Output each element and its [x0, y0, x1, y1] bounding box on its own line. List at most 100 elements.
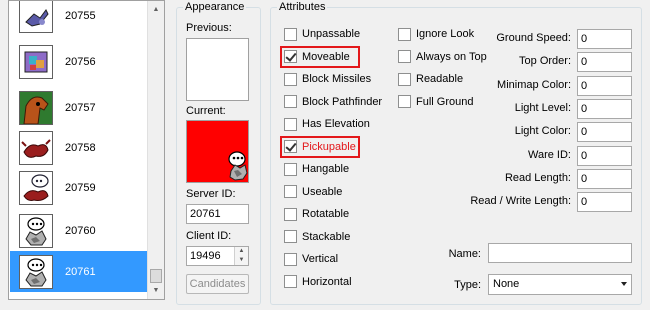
- checkbox-ignore-look[interactable]: Ignore Look: [398, 26, 474, 42]
- checkbox-pickupable[interactable]: Pickupable: [284, 139, 356, 155]
- read-write-length-field[interactable]: 0: [577, 192, 632, 213]
- read-length-field[interactable]: 0: [577, 168, 632, 189]
- scroll-down-icon[interactable]: ▼: [148, 282, 164, 299]
- checkbox-hangable[interactable]: Hangable: [284, 161, 349, 177]
- scroll-up-icon[interactable]: ▲: [148, 1, 164, 18]
- checkbox-box[interactable]: [398, 50, 411, 63]
- item-list-scrollbar[interactable]: ▲ ▼: [147, 1, 164, 299]
- checkbox-block-pathfinder[interactable]: Block Pathfinder: [284, 94, 382, 110]
- current-preview: [186, 120, 249, 183]
- checkbox-label: Ignore Look: [416, 28, 475, 40]
- ground-speed-field[interactable]: 0: [577, 29, 632, 49]
- checkbox-block-missiles[interactable]: Block Missiles: [284, 71, 371, 87]
- list-item[interactable]: 20756: [10, 41, 149, 82]
- field-label: Light Color:: [514, 125, 571, 138]
- list-item-label: 20757: [65, 101, 96, 114]
- attributes-group: Attributes Unpassable Moveable Block Missi…: [270, 1, 642, 305]
- list-item[interactable]: 20755: [10, 1, 149, 36]
- checkbox-horizontal[interactable]: Horizontal: [284, 274, 352, 290]
- attributes-title: Attributes: [277, 1, 328, 14]
- checkbox-label: Readable: [416, 73, 464, 85]
- field-label: Top Order:: [519, 55, 571, 68]
- spinner-arrows-icon[interactable]: ▲ ▼: [234, 247, 248, 265]
- checkbox-label: Pickupable: [302, 140, 356, 153]
- minimap-color-field[interactable]: 0: [577, 75, 632, 96]
- creature-icon: [19, 90, 53, 125]
- checkbox-has-elevation[interactable]: Has Elevation: [284, 116, 370, 132]
- field-label: Light Level:: [514, 101, 571, 114]
- chevron-down-icon: [621, 282, 627, 286]
- checkbox-label: Useable: [302, 185, 343, 198]
- list-item[interactable]: 20761: [10, 251, 149, 292]
- checkbox-label: Hangable: [302, 163, 350, 175]
- field-label: Read / Write Length:: [470, 195, 571, 208]
- checkbox-unpassable[interactable]: Unpassable: [284, 26, 360, 42]
- list-item[interactable]: 20757: [10, 87, 149, 128]
- client-id-label: Client ID:: [186, 230, 232, 242]
- crate-icon: [19, 44, 53, 79]
- current-label: Current:: [186, 105, 226, 117]
- light-level-field[interactable]: 0: [577, 98, 632, 119]
- client-id-stepper[interactable]: 19496 ▲ ▼: [186, 246, 249, 266]
- checkbox-label: Block Missiles: [302, 73, 372, 85]
- checkbox-label: Stackable: [302, 230, 351, 243]
- item-list[interactable]: 20755 20756 20757 20758 20759 20760 20761 ▲ ▼: [8, 0, 165, 300]
- checkbox-box[interactable]: [284, 117, 297, 131]
- previous-label: Previous:: [186, 22, 232, 34]
- list-item[interactable]: 20759: [10, 167, 149, 208]
- checkbox-full-ground[interactable]: Full Ground: [398, 94, 473, 110]
- server-id-field[interactable]: 20761: [186, 204, 249, 224]
- light-color-field[interactable]: 0: [577, 122, 632, 143]
- checkmark-icon[interactable]: [284, 140, 297, 153]
- list-item[interactable]: 20760: [10, 210, 149, 251]
- checkbox-box[interactable]: [284, 207, 297, 221]
- candidates-button[interactable]: Candidates: [186, 274, 249, 294]
- checkbox-label: Moveable: [302, 50, 350, 63]
- checkbox-box[interactable]: [284, 162, 297, 176]
- checkmark-icon[interactable]: [284, 50, 297, 63]
- crab-icon: [19, 130, 53, 165]
- checkbox-box[interactable]: [284, 185, 297, 198]
- checkbox-rotatable[interactable]: Rotatable: [284, 206, 349, 222]
- checkbox-label: Rotatable: [302, 208, 350, 220]
- checkbox-box[interactable]: [398, 95, 411, 108]
- checkbox-label: Horizontal: [302, 275, 352, 288]
- rubble-bubble-icon: [19, 213, 53, 248]
- checkbox-vertical[interactable]: Vertical: [284, 251, 338, 267]
- checkbox-useable[interactable]: Useable: [284, 184, 342, 200]
- type-select-value: None: [493, 278, 520, 290]
- list-item-label: 20761: [65, 265, 96, 278]
- crab-bubble-icon: [19, 170, 53, 205]
- name-field[interactable]: [488, 243, 632, 263]
- server-id-label: Server ID:: [186, 188, 236, 200]
- checkbox-box[interactable]: [284, 72, 297, 86]
- checkbox-box[interactable]: [284, 275, 297, 288]
- checkbox-label: Vertical: [302, 253, 339, 265]
- checkbox-box[interactable]: [284, 95, 297, 108]
- checkbox-label: Unpassable: [302, 28, 361, 40]
- field-label: Ware ID:: [528, 148, 571, 161]
- scrollbar-thumb[interactable]: [150, 269, 162, 283]
- ware-id-field[interactable]: 0: [577, 145, 632, 166]
- rubble-bubble-icon: [228, 151, 248, 181]
- checkbox-box[interactable]: [398, 27, 411, 41]
- checkbox-stackable[interactable]: Stackable: [284, 229, 350, 245]
- checkbox-box[interactable]: [284, 27, 297, 41]
- appearance-group: Appearance Previous: Current: Server ID:…: [176, 1, 261, 305]
- top-order-field[interactable]: 0: [577, 52, 632, 73]
- checkbox-moveable[interactable]: Moveable: [284, 49, 350, 65]
- type-select[interactable]: None: [488, 274, 632, 295]
- list-item-label: 20756: [65, 55, 96, 68]
- list-item[interactable]: 20758: [10, 127, 149, 168]
- checkbox-label: Has Elevation: [302, 118, 370, 130]
- checkbox-box[interactable]: [284, 252, 297, 266]
- checkbox-box[interactable]: [284, 230, 297, 243]
- checkbox-readable[interactable]: Readable: [398, 71, 463, 87]
- rubble-bubble-icon: [19, 254, 53, 289]
- checkbox-box[interactable]: [398, 72, 411, 86]
- type-label: Type:: [454, 279, 481, 291]
- checkbox-label: Full Ground: [416, 95, 474, 108]
- field-label: Ground Speed:: [496, 32, 571, 44]
- client-id-value: 19496: [190, 250, 221, 262]
- list-item-label: 20760: [65, 224, 96, 237]
